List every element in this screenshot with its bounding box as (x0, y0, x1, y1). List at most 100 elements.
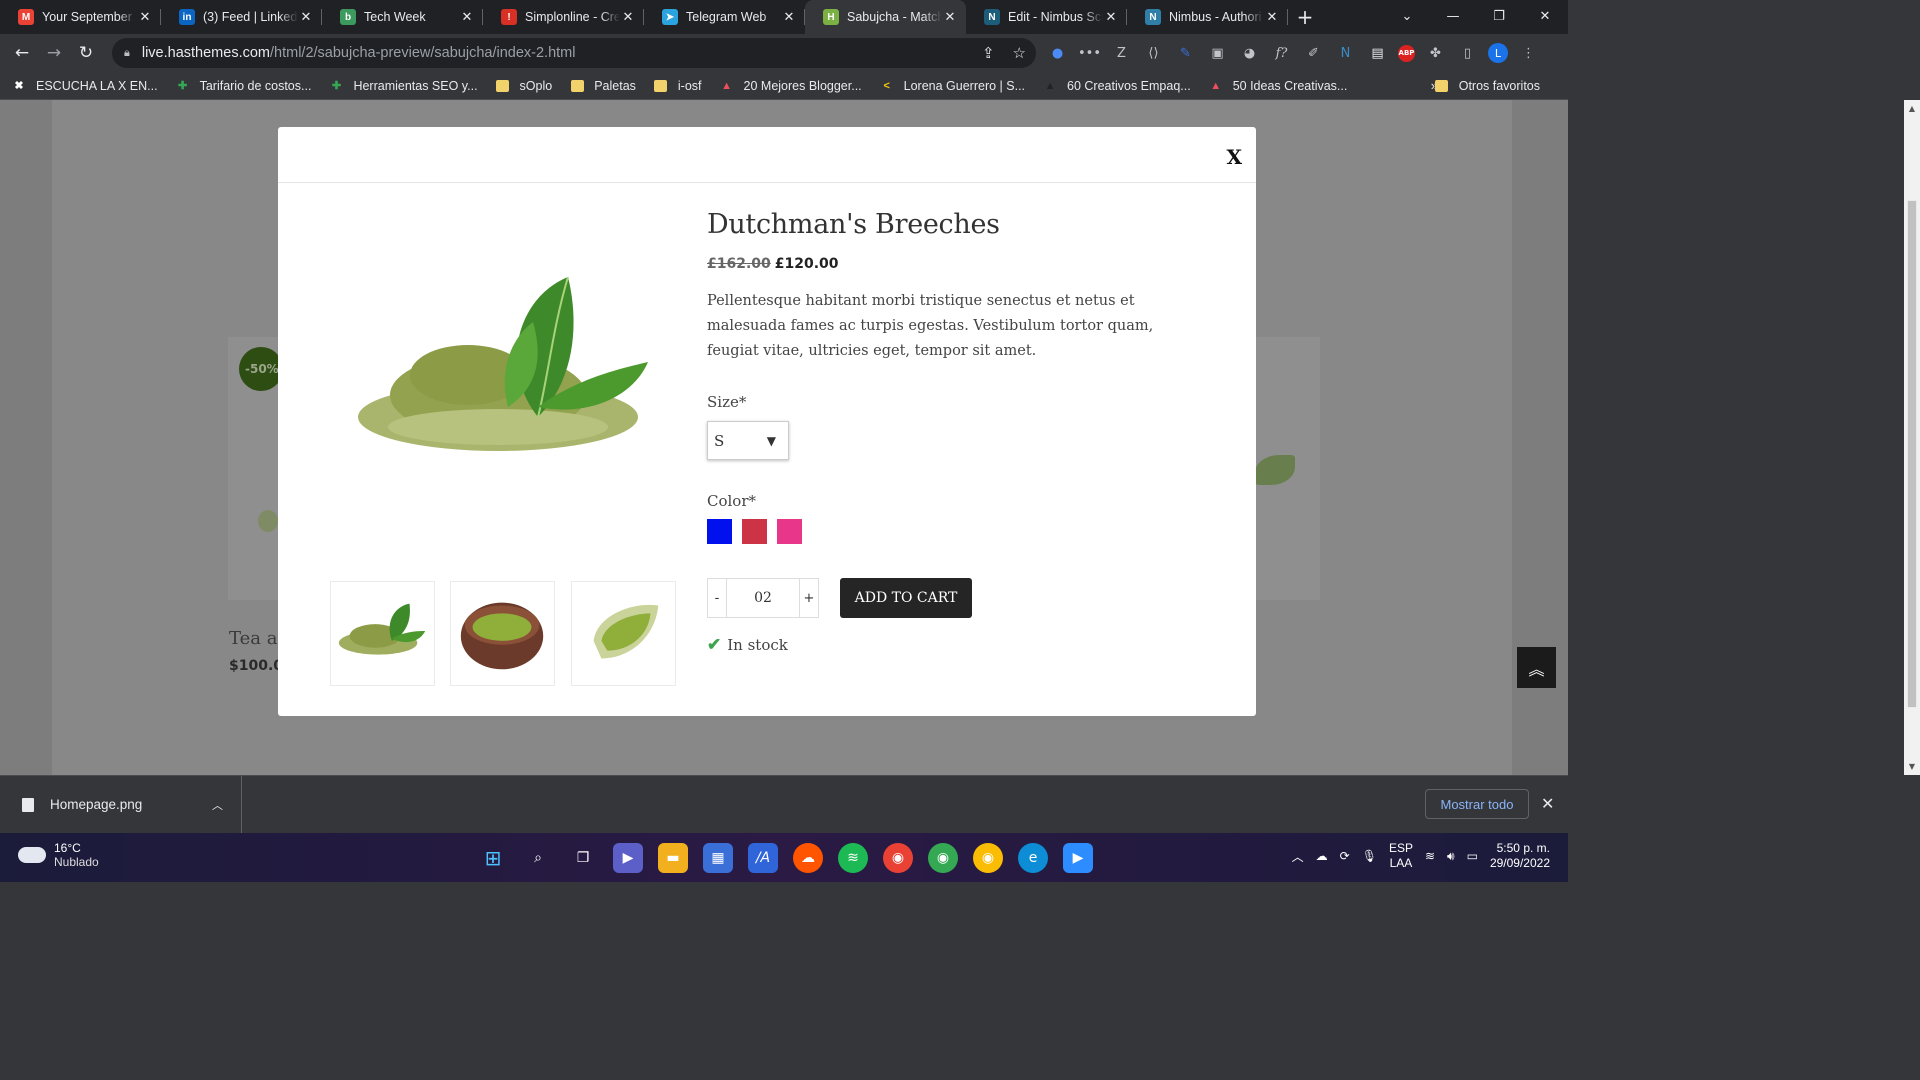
close-tab-icon[interactable]: ✕ (137, 9, 153, 25)
bookmark-item[interactable]: ▲ 20 Mejores Blogger... (720, 79, 862, 93)
shield-check-extension-icon[interactable]: ● (1046, 42, 1069, 65)
profile-avatar[interactable]: L (1488, 43, 1508, 63)
close-tab-icon[interactable]: ✕ (620, 9, 636, 25)
scroll-to-top-button[interactable]: ︽ (1517, 647, 1556, 688)
chip-extension-icon[interactable]: ▣ (1206, 42, 1229, 65)
wifi-icon[interactable]: ≋ (1425, 849, 1435, 863)
close-tab-icon[interactable]: ✕ (942, 9, 958, 25)
browser-tab[interactable]: H Sabujcha - Match ✕ (805, 0, 966, 34)
puzzle-extensions-icon[interactable]: ✤ (1424, 42, 1447, 65)
chrome-profile-icon[interactable]: ◉ (973, 843, 1003, 873)
calendar-extension-icon[interactable]: ▤ (1366, 42, 1389, 65)
reload-button[interactable]: ↻ (70, 43, 102, 63)
side-panel-icon[interactable]: ▯ (1456, 42, 1479, 65)
quantity-increase-button[interactable]: + (800, 591, 818, 606)
product-thumbnail-3[interactable] (571, 581, 676, 686)
address-bar[interactable]: 🔒︎ live.hasthemes.com/html/2/sabujcha-pr… (112, 38, 1036, 68)
eyedropper-extension-icon[interactable]: ✐ (1302, 42, 1325, 65)
search-icon[interactable]: ⌕ (523, 843, 553, 873)
restore-button[interactable]: ❐ (1476, 0, 1522, 34)
menu-kebab-icon[interactable]: ⋮ (1517, 42, 1540, 65)
browser-tab[interactable]: ! Simplonline - Cre ✕ (483, 0, 644, 34)
clock[interactable]: 5:50 p. m. 29/09/2022 (1490, 841, 1550, 871)
nimbus-extension-icon[interactable]: N (1334, 42, 1357, 65)
language-indicator[interactable]: ESP LAA (1389, 841, 1413, 871)
bookmark-item[interactable]: ✚ Tarifario de costos... (176, 79, 311, 93)
browser-tab[interactable]: M Your September F ✕ (0, 0, 161, 34)
ball-extension-icon[interactable]: ◕ (1238, 42, 1261, 65)
quantity-decrease-button[interactable]: - (708, 591, 726, 606)
bookmark-item[interactable]: ▲ 60 Creativos Empaq... (1043, 79, 1191, 93)
pen-extension-icon[interactable]: ✎ (1174, 42, 1197, 65)
browser-tab[interactable]: N Edit - Nimbus Scr ✕ (966, 0, 1127, 34)
chrome-canary-icon[interactable]: ◉ (883, 843, 913, 873)
chevron-up-icon[interactable]: ︿ (212, 797, 223, 813)
back-button[interactable]: ← (6, 43, 38, 63)
color-swatch-pink[interactable] (777, 519, 802, 544)
quantity-input[interactable]: 02 (726, 579, 800, 617)
modal-close-button[interactable]: X (1226, 145, 1242, 169)
download-item[interactable]: Homepage.png ︿ (0, 776, 242, 833)
font-extension-icon[interactable]: f? (1270, 42, 1293, 65)
chrome-icon[interactable]: ◉ (928, 843, 958, 873)
file-explorer-icon[interactable]: ▬ (658, 843, 688, 873)
spotify-icon[interactable]: ≋ (838, 843, 868, 873)
edge-icon[interactable]: e (1018, 843, 1048, 873)
tray-overflow-chevron-icon[interactable]: ︿ (1292, 848, 1304, 865)
browser-tab[interactable]: b Tech Week ✕ (322, 0, 483, 34)
battery-icon[interactable]: ▭ (1467, 849, 1478, 863)
lock-icon[interactable]: 🔒︎ (124, 47, 130, 60)
page-scrollbar[interactable]: ▲ ▼ (1904, 100, 1920, 775)
microphone-icon[interactable]: 🎙︎ (1362, 849, 1377, 863)
tab-search-icon[interactable]: ⌄ (1384, 0, 1430, 34)
bookmark-item[interactable]: ✖ ESCUCHA LA X EN... (12, 79, 157, 93)
scroll-down-arrow-icon[interactable]: ▼ (1904, 762, 1920, 771)
microsoft-store-icon[interactable]: ▦ (703, 843, 733, 873)
other-bookmarks-folder[interactable]: Otros favoritos (1435, 79, 1540, 93)
product-thumbnail-1[interactable] (330, 581, 435, 686)
color-swatch-red[interactable] (742, 519, 767, 544)
close-tab-icon[interactable]: ✕ (298, 9, 314, 25)
browser-tab[interactable]: in (3) Feed | LinkedIn ✕ (161, 0, 322, 34)
browser-tab[interactable]: N Nimbus - Authori ✕ (1127, 0, 1288, 34)
weather-widget[interactable]: 16°C Nublado (18, 841, 99, 869)
show-all-downloads-button[interactable]: Mostrar todo (1425, 789, 1529, 819)
close-tab-icon[interactable]: ✕ (459, 9, 475, 25)
browser-tab[interactable]: ➤ Telegram Web ✕ (644, 0, 805, 34)
share-icon[interactable]: ⇪ (982, 44, 995, 62)
scrollbar-thumb[interactable] (1907, 200, 1917, 708)
soundcloud-icon[interactable]: ☁ (793, 843, 823, 873)
new-tab-button[interactable]: + (1288, 5, 1322, 29)
bookmark-item[interactable]: ✚ Herramientas SEO y... (329, 79, 478, 93)
z-extension-icon[interactable]: Z (1110, 42, 1133, 65)
bookmark-star-icon[interactable]: ☆ (1013, 44, 1026, 62)
close-tab-icon[interactable]: ✕ (781, 9, 797, 25)
bookmark-item[interactable]: i-osf (654, 79, 702, 93)
bookmark-item[interactable]: sOplo (496, 79, 552, 93)
network-error-icon[interactable]: ☁ (1316, 849, 1328, 863)
sync-icon[interactable]: ⟳ (1340, 849, 1350, 863)
forward-button[interactable]: → (38, 43, 70, 63)
dots-extension-icon[interactable]: ••• (1078, 42, 1101, 65)
app-icon[interactable]: /A (748, 843, 778, 873)
windows-start-icon[interactable]: ⊞ (478, 843, 508, 873)
bookmark-item[interactable]: ▲ 50 Ideas Creativas... (1209, 79, 1347, 93)
size-select[interactable]: S ▼ (707, 421, 789, 460)
zoom-icon[interactable]: ▶ (1063, 843, 1093, 873)
scroll-up-arrow-icon[interactable]: ▲ (1904, 104, 1920, 113)
close-tab-icon[interactable]: ✕ (1264, 9, 1280, 25)
add-to-cart-button[interactable]: ADD TO CART (840, 578, 972, 618)
close-downloads-icon[interactable]: ✕ (1541, 794, 1554, 813)
volume-icon[interactable]: 🔊︎ (1447, 849, 1455, 864)
bookmark-item[interactable]: Paletas (570, 79, 636, 93)
color-swatch-blue[interactable] (707, 519, 732, 544)
minimize-button[interactable]: — (1430, 0, 1476, 34)
close-tab-icon[interactable]: ✕ (1103, 9, 1119, 25)
product-thumbnail-2[interactable] (450, 581, 555, 686)
close-window-button[interactable]: ✕ (1522, 0, 1568, 34)
task-view-icon[interactable]: ❐ (568, 843, 598, 873)
code-extension-icon[interactable]: ⟨⟩ (1142, 42, 1165, 65)
teams-chat-icon[interactable]: ▶ (613, 843, 643, 873)
bookmark-item[interactable]: < Lorena Guerrero | S... (880, 79, 1025, 93)
adblock-plus-icon[interactable]: ABP (1398, 44, 1415, 62)
